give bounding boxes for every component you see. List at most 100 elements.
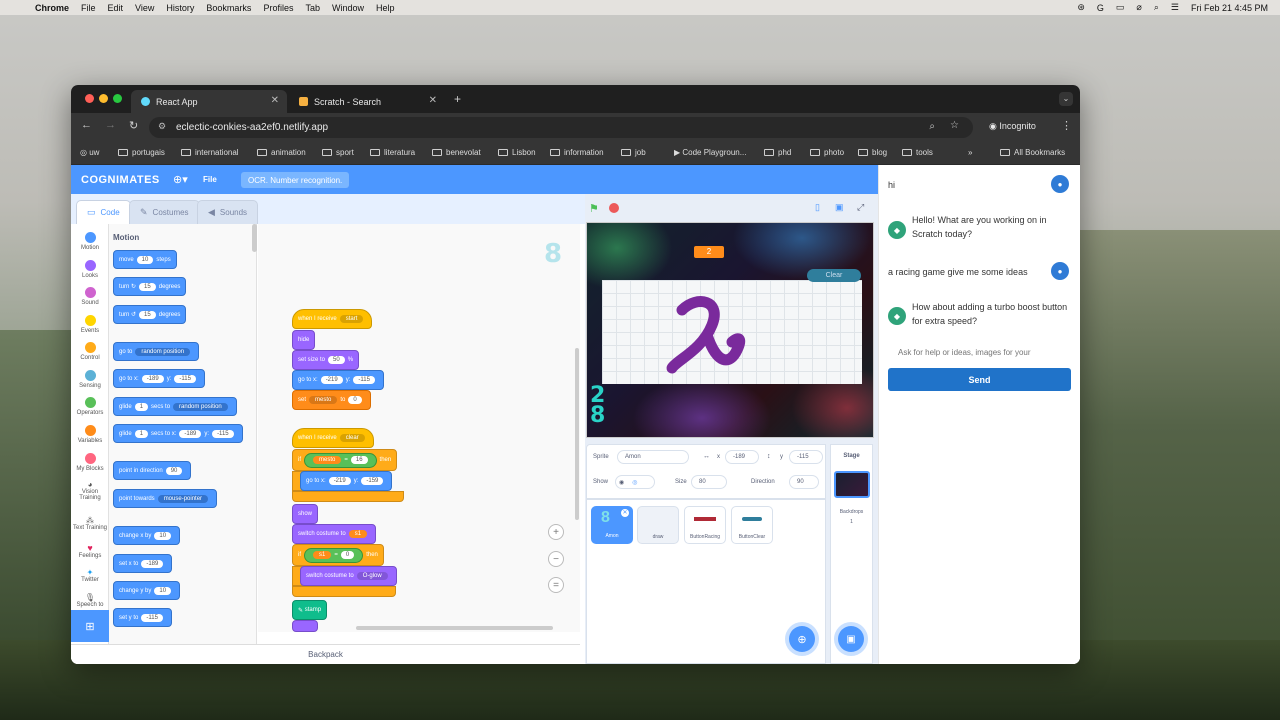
bookmarks-overflow-icon[interactable]: » bbox=[968, 148, 972, 157]
small-stage-icon[interactable]: ▯ bbox=[815, 202, 820, 213]
sprite-direction-field[interactable]: 90 bbox=[789, 475, 819, 489]
sprite-size-field[interactable]: 80 bbox=[691, 475, 727, 489]
search-icon[interactable]: ⌕ bbox=[1154, 2, 1159, 13]
bookmark-folder[interactable]: international bbox=[181, 148, 239, 157]
file-menu[interactable]: File bbox=[203, 175, 217, 184]
menu-edit[interactable]: Edit bbox=[108, 3, 124, 13]
block-switch-costume[interactable]: switch costume to O-glow bbox=[300, 566, 397, 586]
tab-sounds[interactable]: ◀ Sounds bbox=[197, 200, 259, 224]
menu-bookmarks[interactable]: Bookmarks bbox=[206, 3, 251, 13]
tab-code[interactable]: ▭ Code bbox=[76, 200, 131, 224]
category-motion[interactable]: Motion bbox=[71, 232, 109, 251]
menu-history[interactable]: History bbox=[166, 3, 194, 13]
hat-when-receive-clear[interactable]: when I receive clear bbox=[292, 428, 374, 448]
tab-react-app[interactable]: React App ✕ bbox=[131, 90, 287, 113]
google-icon[interactable]: G bbox=[1097, 3, 1104, 13]
palette-scrollbar[interactable] bbox=[252, 224, 257, 252]
category-twitter[interactable]: ✦ Twitter bbox=[71, 568, 109, 583]
category-text-training[interactable]: ⁂ Text Training bbox=[71, 516, 109, 531]
block-if-then[interactable]: if mesto = 16 then bbox=[292, 449, 398, 471]
menu-tab[interactable]: Tab bbox=[305, 3, 320, 13]
close-tab-icon[interactable]: ✕ bbox=[271, 95, 279, 106]
stage-canvas[interactable]: 2 Clear 2 8 bbox=[586, 222, 874, 438]
menubar-clock[interactable]: Fri Feb 21 4:45 PM bbox=[1191, 3, 1268, 13]
control-center-icon[interactable]: ☰ bbox=[1171, 2, 1179, 13]
wifi-off-icon[interactable]: ⌀ bbox=[1136, 2, 1141, 13]
bookmark-folder[interactable]: Lisbon bbox=[498, 148, 536, 157]
block-set-size[interactable]: set size to 50% bbox=[292, 350, 360, 370]
ocr-button[interactable]: OCR. Number recognition. bbox=[241, 172, 350, 188]
show-eye-icon[interactable]: ◉ bbox=[619, 479, 624, 486]
bookmark-folder[interactable]: tools bbox=[902, 148, 933, 157]
block-go-to-xy[interactable]: go to x: -219 y: -159 bbox=[300, 471, 393, 491]
add-backdrop-button[interactable]: ▣ bbox=[838, 626, 864, 652]
script-vertical-scrollbar[interactable] bbox=[575, 348, 579, 520]
fullscreen-icon[interactable]: ⤢ bbox=[857, 202, 864, 213]
menu-app-name[interactable]: Chrome bbox=[35, 3, 69, 13]
block-point-direction[interactable]: point in direction 90 bbox=[113, 461, 192, 480]
sprite-y-field[interactable]: -115 bbox=[789, 450, 823, 464]
incognito-badge[interactable]: ◉ Incognito bbox=[989, 121, 1036, 132]
category-sensing[interactable]: Sensing bbox=[71, 370, 109, 389]
sprite-x-field[interactable]: -189 bbox=[725, 450, 759, 464]
minimize-window-icon[interactable] bbox=[99, 94, 108, 103]
block-hide[interactable]: hide bbox=[292, 330, 316, 350]
bookmark-folder[interactable]: job bbox=[621, 148, 646, 157]
script-horizontal-scrollbar[interactable] bbox=[356, 626, 553, 630]
category-feelings[interactable]: ♥ Feelings bbox=[71, 543, 109, 559]
menu-help[interactable]: Help bbox=[376, 3, 395, 13]
block-if-then[interactable]: if s1 = 0 then bbox=[292, 544, 384, 566]
block-set-variable[interactable]: set mesto to 0 bbox=[292, 390, 371, 410]
forward-icon[interactable]: → bbox=[105, 119, 116, 131]
menu-window[interactable]: Window bbox=[332, 3, 364, 13]
add-extension-button[interactable]: ⊞ bbox=[71, 610, 109, 642]
battery-icon[interactable]: ▭ bbox=[1116, 2, 1125, 13]
bookmark-folder[interactable]: phd bbox=[764, 148, 791, 157]
category-vision-training[interactable]: ◕ Vision Training bbox=[71, 480, 109, 501]
zoom-icon[interactable]: ⌕ bbox=[929, 121, 935, 132]
category-sound[interactable]: Sound bbox=[71, 287, 109, 306]
block-change-y[interactable]: change y by 10 bbox=[113, 581, 181, 600]
sprite-thumb-draw[interactable]: draw bbox=[637, 506, 679, 544]
stage-thumbnail[interactable] bbox=[834, 471, 870, 498]
category-control[interactable]: Control bbox=[71, 342, 109, 361]
block-set-x[interactable]: set x to -189 bbox=[113, 554, 173, 573]
category-looks[interactable]: Looks bbox=[71, 260, 109, 279]
tab-scratch-search[interactable]: Scratch - Search ✕ bbox=[289, 90, 445, 113]
category-speech[interactable]: 🎙 Speech to bbox=[71, 593, 109, 608]
hat-when-receive-start[interactable]: when I receive start bbox=[292, 309, 373, 329]
block-partial[interactable] bbox=[292, 620, 318, 632]
green-flag-icon[interactable]: ⚑ bbox=[589, 202, 599, 215]
block-stamp[interactable]: ✎ stamp bbox=[292, 600, 328, 620]
category-operators[interactable]: Operators bbox=[71, 397, 109, 416]
close-window-icon[interactable] bbox=[85, 94, 94, 103]
bookmark-star-icon[interactable]: ☆ bbox=[950, 120, 959, 131]
block-go-to[interactable]: go to random position bbox=[113, 342, 200, 361]
language-globe-icon[interactable]: ⊕▾ bbox=[173, 173, 188, 186]
chat-input[interactable] bbox=[888, 342, 1071, 362]
block-show[interactable]: show bbox=[292, 504, 319, 524]
block-glide-xy[interactable]: glide 1 secs to x: -189 y: -115 bbox=[113, 424, 243, 443]
all-bookmarks[interactable]: All Bookmarks bbox=[1000, 148, 1065, 157]
back-icon[interactable]: ← bbox=[81, 119, 92, 131]
reload-icon[interactable]: ↻ bbox=[129, 119, 138, 132]
zoom-reset-icon[interactable]: = bbox=[548, 577, 564, 593]
backpack-bar[interactable]: Backpack bbox=[71, 644, 580, 664]
bookmark-folder[interactable]: animation bbox=[257, 148, 306, 157]
new-tab-icon[interactable]: + bbox=[454, 92, 461, 106]
clear-button-sprite[interactable]: Clear bbox=[807, 269, 861, 282]
block-point-towards[interactable]: point towards mouse-pointer bbox=[113, 489, 218, 508]
cognimates-logo[interactable]: COGNIMATES bbox=[81, 174, 160, 186]
close-tab-icon[interactable]: ✕ bbox=[429, 95, 437, 106]
block-turn-right[interactable]: turn ↻ 15 degrees bbox=[113, 277, 187, 296]
drawing-grid[interactable] bbox=[602, 280, 862, 384]
normal-stage-icon[interactable]: ▣ bbox=[835, 202, 844, 213]
zoom-out-icon[interactable]: − bbox=[548, 551, 564, 567]
zoom-window-icon[interactable] bbox=[113, 94, 122, 103]
block-turn-left[interactable]: turn ↺ 15 degrees bbox=[113, 305, 187, 324]
sprite-name-field[interactable]: Amon bbox=[617, 450, 689, 464]
menu-profiles[interactable]: Profiles bbox=[263, 3, 293, 13]
menu-file[interactable]: File bbox=[81, 3, 96, 13]
block-go-to-xy[interactable]: go to x: -219 y: -115 bbox=[292, 370, 384, 390]
bookmark-uw[interactable]: ◎ uw bbox=[80, 148, 99, 157]
